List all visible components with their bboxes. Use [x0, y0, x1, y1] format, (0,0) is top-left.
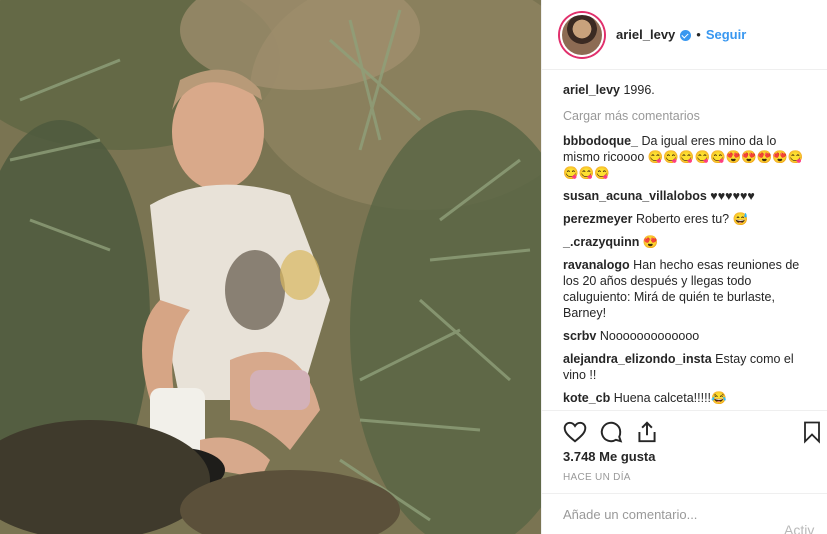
comments-list[interactable]: ariel_levy 1996. Cargar más comentarios …	[542, 70, 827, 410]
comment-username[interactable]: susan_acuna_villalobos	[563, 189, 707, 203]
comment-item: _.crazyquinn 😍	[563, 234, 810, 250]
follow-button[interactable]: Seguir	[706, 27, 746, 42]
comment-username[interactable]: kote_cb	[563, 391, 610, 405]
author-username[interactable]: ariel_levy	[616, 27, 675, 42]
comment-username[interactable]: perezmeyer	[563, 212, 633, 226]
post-header: ariel_levy • Seguir	[542, 0, 827, 70]
comment-item: scrbv Nooooooooooooo	[563, 328, 810, 344]
bookmark-icon[interactable]	[800, 420, 824, 444]
comment-username[interactable]: _.crazyquinn	[563, 235, 639, 249]
comment-username[interactable]: scrbv	[563, 329, 596, 343]
likes-count[interactable]: 3.748 Me gusta	[563, 449, 656, 464]
comment-text: Nooooooooooooo	[599, 329, 700, 343]
photo-illustration	[0, 0, 541, 534]
windows-activation-watermark: Activ	[784, 522, 815, 534]
comment-text: ♥♥♥♥♥♥	[710, 189, 755, 203]
separator-dot: •	[696, 27, 701, 42]
comment-username[interactable]: alejandra_elizondo_insta	[563, 352, 712, 366]
post-panel: ariel_levy • Seguir ariel_levy 1996. Car…	[541, 0, 827, 534]
caption-username[interactable]: ariel_levy	[563, 83, 620, 97]
comment-item: bbbodoque_ Da igual eres mino da lo mism…	[563, 133, 810, 181]
comment-text: 😍	[642, 235, 659, 249]
post-timestamp[interactable]: HACE UN DÍA	[563, 472, 631, 483]
add-comment-input[interactable]	[563, 503, 813, 525]
comment-username[interactable]: bbbodoque_	[563, 134, 638, 148]
comment-item: susan_acuna_villalobos ♥♥♥♥♥♥	[563, 188, 810, 204]
post-actions	[542, 417, 827, 447]
verified-badge-icon	[680, 30, 692, 41]
comment-username[interactable]: ravanalogo	[563, 258, 630, 272]
comment-text: Huena calceta!!!!!😂	[613, 391, 727, 405]
share-icon[interactable]	[634, 419, 660, 445]
post-caption: ariel_levy 1996.	[563, 82, 810, 98]
divider	[542, 493, 827, 494]
load-more-comments-button[interactable]: Cargar más comentarios	[563, 108, 810, 124]
comment-item: kote_cb Huena calceta!!!!!😂	[563, 390, 810, 406]
comment-item: perezmeyer Roberto eres tu? 😅	[563, 211, 810, 227]
comment-item: alejandra_elizondo_insta Estay como el v…	[563, 351, 810, 383]
comment-icon[interactable]	[598, 419, 624, 445]
divider	[542, 410, 827, 411]
comment-text: Roberto eres tu? 😅	[635, 212, 749, 226]
heart-icon[interactable]	[562, 419, 588, 445]
author-avatar[interactable]	[560, 12, 604, 57]
comment-item: ravanalogo Han hecho esas reuniones de l…	[563, 257, 810, 321]
post-photo[interactable]	[0, 0, 541, 534]
caption-text: 1996.	[623, 83, 655, 97]
